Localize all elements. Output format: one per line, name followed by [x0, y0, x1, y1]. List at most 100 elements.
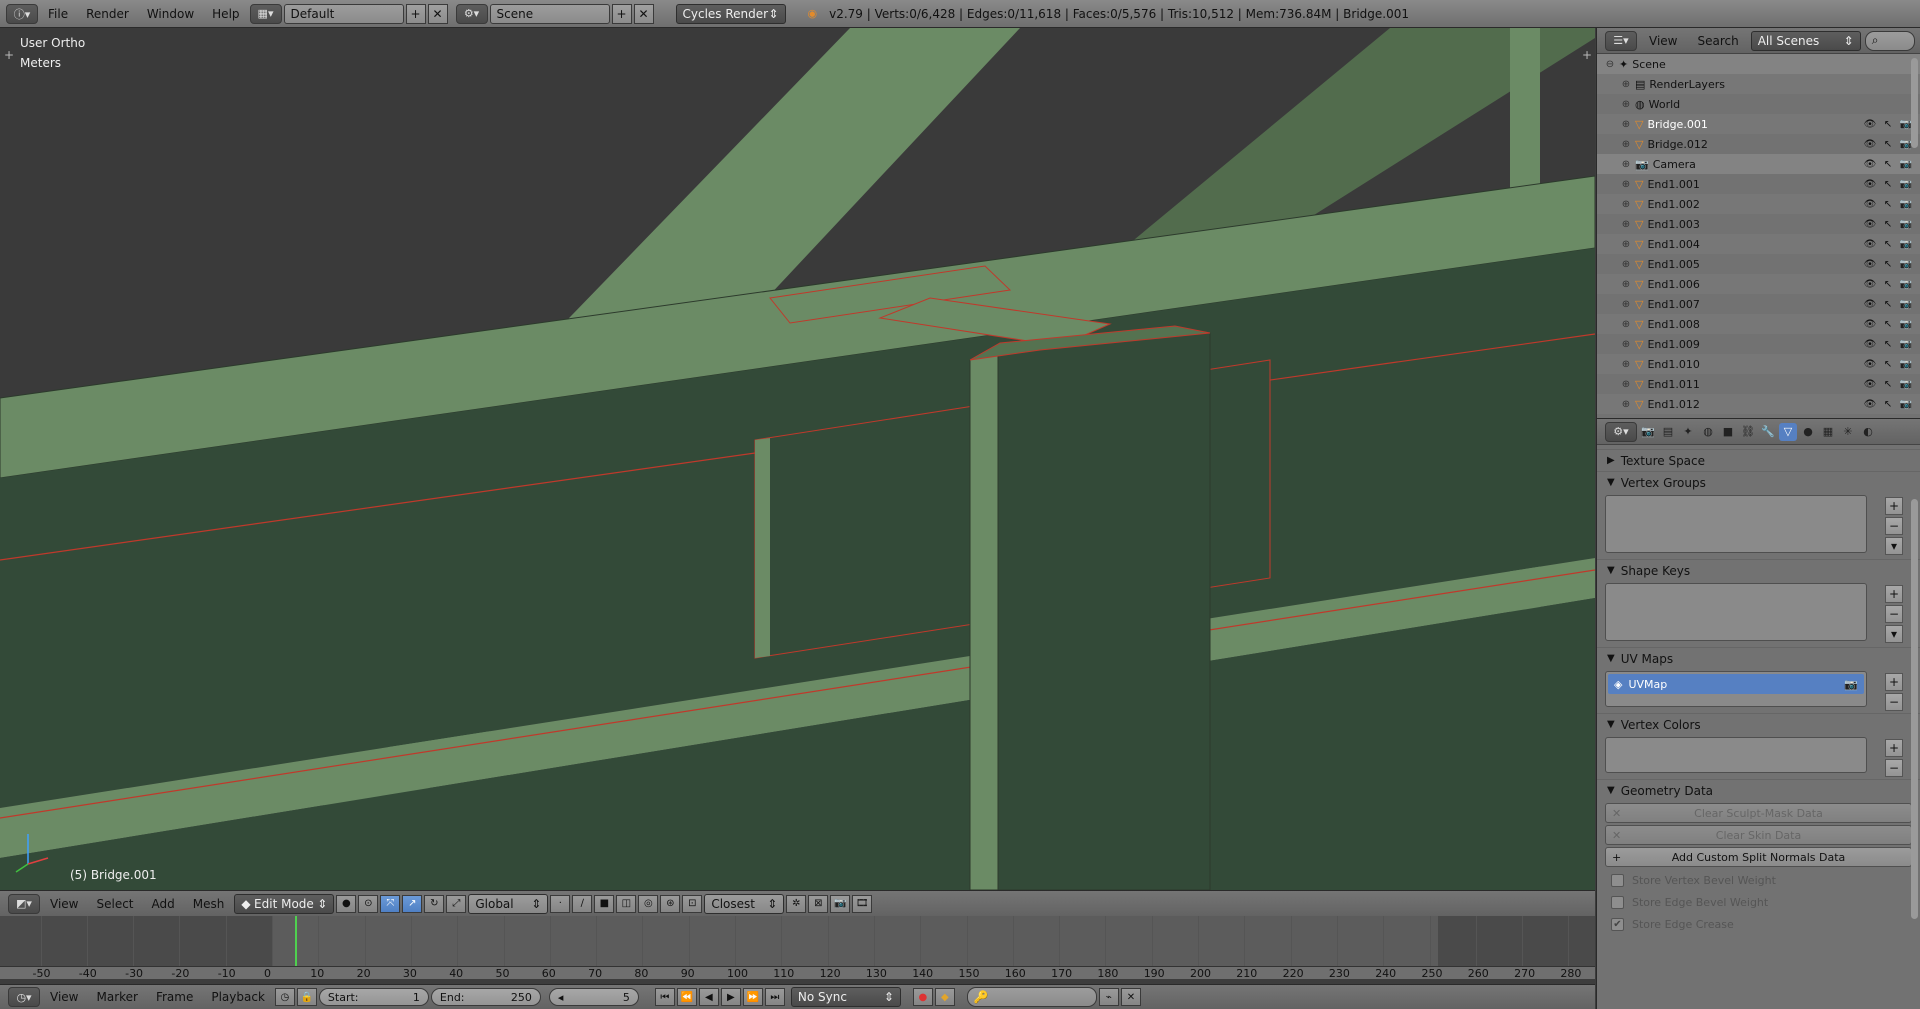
display-mode-dropdown[interactable]: All Scenes ⇕ — [1750, 30, 1861, 51]
outliner-item-name[interactable]: End1.007 — [1647, 298, 1699, 311]
outliner-item[interactable]: ⊕ ▽ Bridge.001 👁 ↖ 📷 — [1597, 114, 1920, 134]
outliner-item[interactable]: ⊕ ▤ RenderLayers — [1597, 74, 1920, 94]
remove-uv-map-button[interactable]: − — [1885, 693, 1903, 711]
cursor-icon[interactable]: ↖ — [1882, 338, 1894, 350]
expand-toggle-icon[interactable]: ⊕ — [1621, 339, 1631, 350]
delete-keyframe-icon[interactable]: ✕ — [1120, 988, 1141, 1006]
properties-editor-type-icon[interactable]: ⚙▾ — [1605, 421, 1637, 442]
eye-icon[interactable]: 👁 — [1864, 118, 1877, 130]
add-shape-key-button[interactable]: + — [1885, 585, 1903, 603]
eye-icon[interactable]: 👁 — [1864, 178, 1877, 190]
scale-icon[interactable]: ⤢ — [446, 894, 467, 913]
expand-toggle-icon[interactable]: ⊕ — [1621, 319, 1631, 330]
snap-self-icon[interactable]: ⊠ — [808, 894, 829, 913]
cursor-icon[interactable]: ↖ — [1882, 178, 1894, 190]
render-toggle-icon[interactable]: 📷 — [1900, 258, 1912, 270]
expand-toggle-icon[interactable]: ⊕ — [1621, 399, 1631, 410]
render-toggle-icon[interactable]: 📷 — [1900, 238, 1912, 250]
cursor-icon[interactable]: ↖ — [1882, 378, 1894, 390]
menu-select[interactable]: Select — [88, 897, 141, 911]
eye-icon[interactable]: 👁 — [1864, 398, 1877, 410]
expand-toggle-icon[interactable]: ⊕ — [1621, 259, 1631, 270]
render-toggle-icon[interactable]: 📷 — [1900, 198, 1912, 210]
timeline-editor-type-icon[interactable]: ◷▾ — [8, 987, 40, 1007]
opengl-anim-icon[interactable]: 🎞 — [852, 894, 873, 913]
outliner-search-input[interactable]: ⌕ — [1864, 30, 1915, 51]
outliner-item[interactable]: ⊕ ▽ End1.005 👁 ↖ 📷 — [1597, 254, 1920, 274]
render-toggle-icon[interactable]: 📷 — [1900, 378, 1912, 390]
expand-toggle-icon[interactable]: ⊕ — [1621, 119, 1631, 130]
constraints-tab-icon[interactable]: ⛓ — [1739, 423, 1757, 441]
outliner-item-name[interactable]: End1.002 — [1647, 198, 1699, 211]
cursor-icon[interactable]: ↖ — [1882, 218, 1894, 230]
render-toggle-icon[interactable]: 📷 — [1900, 218, 1912, 230]
scene-remove-button[interactable]: ✕ — [633, 3, 654, 24]
shape-keys-panel-header[interactable]: ▼ Shape Keys — [1597, 559, 1920, 581]
cursor-icon[interactable]: ↖ — [1882, 138, 1894, 150]
outliner-item-name[interactable]: End1.011 — [1647, 378, 1699, 391]
layout-icon[interactable]: ▦▾ — [249, 3, 282, 24]
limit-selection-icon[interactable]: ◫ — [616, 894, 637, 913]
outliner-item[interactable]: ⊕ ▽ End1.006 👁 ↖ 📷 — [1597, 274, 1920, 294]
add-split-normals-button[interactable]: + Add Custom Split Normals Data — [1605, 847, 1912, 867]
expand-toggle-icon[interactable]: ⊕ — [1621, 239, 1631, 250]
3d-editor-type-icon[interactable]: ◩▾ — [8, 893, 40, 914]
outliner-item-name[interactable]: Bridge.001 — [1647, 118, 1707, 131]
shading-icon[interactable]: ● — [336, 894, 357, 913]
render-tab-icon[interactable]: 📷 — [1639, 423, 1657, 441]
uv-map-item[interactable]: ◈ UVMap 📷 — [1608, 674, 1864, 694]
outliner-item-name[interactable]: End1.006 — [1647, 278, 1699, 291]
vertex-group-menu-button[interactable]: ▾ — [1885, 537, 1903, 555]
physics-tab-icon[interactable]: ◐ — [1859, 423, 1877, 441]
cursor-icon[interactable]: ↖ — [1882, 318, 1894, 330]
expand-toggle-icon[interactable]: ⊕ — [1621, 179, 1631, 190]
eye-icon[interactable]: 👁 — [1864, 138, 1877, 150]
expand-toggle-icon[interactable]: ⊕ — [1621, 139, 1631, 150]
render-toggle-icon[interactable]: 📷 — [1900, 358, 1912, 370]
record-icon[interactable]: ● — [912, 988, 933, 1006]
remove-vertex-group-button[interactable]: − — [1885, 517, 1903, 535]
render-layers-tab-icon[interactable]: ▤ — [1659, 423, 1677, 441]
outliner-item-name[interactable]: End1.009 — [1647, 338, 1699, 351]
shape-keys-list[interactable] — [1605, 583, 1867, 641]
world-tab-icon[interactable]: ◍ — [1699, 423, 1717, 441]
texture-space-panel-header[interactable]: ▶ Texture Space — [1597, 449, 1920, 471]
keying-set-icon[interactable]: ◆ — [934, 988, 955, 1006]
outliner-item-name[interactable]: End1.001 — [1647, 178, 1699, 191]
outliner-item-name[interactable]: End1.010 — [1647, 358, 1699, 371]
eye-icon[interactable]: 👁 — [1864, 338, 1877, 350]
uv-maps-panel-header[interactable]: ▼ UV Maps — [1597, 647, 1920, 669]
rotate-icon[interactable]: ↻ — [424, 894, 445, 913]
edge-select-icon[interactable]: ∕ — [572, 894, 593, 913]
manipulator-icon[interactable]: ⤧ — [380, 894, 401, 913]
menu-marker[interactable]: Marker — [88, 990, 145, 1004]
expand-toggle-icon[interactable]: ⊕ — [1621, 299, 1631, 310]
outliner-item[interactable]: ⊕ ▽ End1.008 👁 ↖ 📷 — [1597, 314, 1920, 334]
cursor-icon[interactable]: ↖ — [1882, 278, 1894, 290]
render-toggle-icon[interactable]: 📷 — [1900, 318, 1912, 330]
eye-icon[interactable]: 👁 — [1864, 238, 1877, 250]
keying-set-field[interactable]: 🔑 — [966, 987, 1097, 1007]
start-frame-field[interactable]: Start: 1 — [318, 988, 429, 1006]
outliner-item[interactable]: ⊕ ▽ End1.004 👁 ↖ 📷 — [1597, 234, 1920, 254]
add-vertex-color-button[interactable]: + — [1885, 739, 1903, 757]
scene-icon[interactable]: ⚙▾ — [455, 3, 488, 24]
opengl-render-icon[interactable]: 📷 — [830, 894, 851, 913]
render-engine-dropdown[interactable]: Cycles Render ⇕ — [675, 3, 786, 24]
menu-mesh[interactable]: Mesh — [185, 897, 233, 911]
eye-icon[interactable]: 👁 — [1864, 378, 1877, 390]
outliner-item[interactable]: ⊕ ▽ End1.007 👁 ↖ 📷 — [1597, 294, 1920, 314]
outliner-item[interactable]: ⊕ ▽ End1.003 👁 ↖ 📷 — [1597, 214, 1920, 234]
store-edge-bevel-checkbox[interactable]: Store Edge Bevel Weight — [1597, 891, 1920, 913]
menu-help[interactable]: Help — [204, 7, 247, 21]
outliner-item[interactable]: ⊕ ▽ End1.010 👁 ↖ 📷 — [1597, 354, 1920, 374]
shape-key-menu-button[interactable]: ▾ — [1885, 625, 1903, 643]
outliner-item-name[interactable]: Camera — [1653, 158, 1696, 171]
outliner-item[interactable]: ⊖ ✦ Scene — [1597, 54, 1920, 74]
orientation-dropdown[interactable]: Global ⇕ — [468, 893, 549, 914]
proportional-edit-icon[interactable]: ◎ — [638, 894, 659, 913]
eye-icon[interactable]: 👁 — [1864, 298, 1877, 310]
jump-keyframe-back-icon[interactable]: ⏪ — [676, 988, 697, 1006]
cursor-icon[interactable]: ↖ — [1882, 258, 1894, 270]
menu-frame[interactable]: Frame — [148, 990, 201, 1004]
